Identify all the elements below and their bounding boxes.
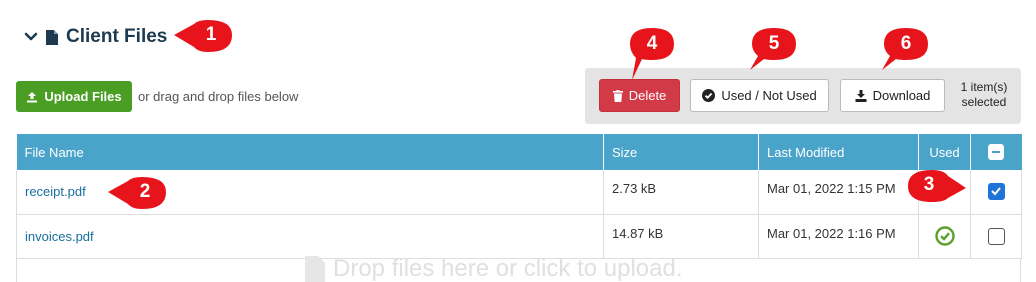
chevron-down-icon[interactable] [24,30,38,44]
callout-number: 3 [923,174,935,195]
used-not-used-button[interactable]: Used / Not Used [690,79,829,112]
column-header-last-modified[interactable]: Last Modified [758,134,919,170]
select-all-checkbox[interactable] [988,144,1005,161]
dropzone-prompt[interactable]: Drop files here or click to upload. [305,255,683,282]
download-icon [855,89,867,102]
callout-4: 4 [626,26,678,82]
column-header-size[interactable]: Size [603,134,759,170]
file-size-cell: 14.87 kB [603,214,759,259]
callout-1: 1 [172,18,232,54]
column-header-file-name[interactable]: File Name [16,134,604,170]
used-check-circle-icon [934,226,955,246]
selection-count-suffix: selected [961,95,1007,109]
callout-5: 5 [748,26,800,72]
trash-icon [612,89,623,102]
callout-number: 6 [900,33,912,54]
callout-number: 2 [139,181,151,202]
selection-count: 1 item(s) selected [953,80,1015,110]
upload-icon [27,91,38,102]
download-label: Download [872,88,931,103]
table-header-row: File Name Size Last Modified Used [16,134,1022,170]
file-modified-cell: Mar 01, 2022 1:15 PM [758,170,919,215]
file-modified-cell: Mar 01, 2022 1:16 PM [758,214,919,259]
file-icon [305,256,325,282]
table-row: invoices.pdf 14.87 kB Mar 01, 2022 1:16 … [16,214,1022,259]
callout-number: 4 [646,33,658,54]
callout-6: 6 [880,26,932,72]
checkmark-icon [990,187,1001,196]
download-button[interactable]: Download [840,79,945,112]
file-link-invoices[interactable]: invoices.pdf [25,229,94,244]
upload-files-button[interactable]: Upload Files [16,81,132,112]
file-link-receipt[interactable]: receipt.pdf [25,184,86,199]
select-all-checkbox-cell[interactable] [970,134,1022,170]
delete-label: Delete [628,88,667,103]
callout-3: 3 [904,168,966,204]
delete-button[interactable]: Delete [599,79,680,112]
row-checkbox-cell [970,214,1022,259]
row-checkbox-cell [970,170,1022,215]
file-used-cell [918,214,971,259]
row-checkbox[interactable] [987,183,1005,201]
column-header-used[interactable]: Used [918,134,971,170]
callout-number: 1 [205,24,217,45]
callout-number: 5 [768,33,780,54]
used-not-used-label: Used / Not Used [721,88,817,103]
upload-files-label: Upload Files [44,89,122,104]
client-files-header[interactable]: Client Files [24,24,167,50]
selection-count-number: 1 item(s) [960,80,1008,94]
dropzone-text: Drop files here or click to upload. [333,255,683,282]
section-title: Client Files [66,26,168,47]
check-circle-icon [702,89,716,102]
file-name-cell: invoices.pdf [16,214,604,259]
drag-drop-hint: or drag and drop files below [138,89,299,104]
callout-2: 2 [106,175,166,211]
file-size-cell: 2.73 kB [603,170,759,215]
file-name-cell: receipt.pdf [16,170,604,215]
row-checkbox[interactable] [987,227,1005,245]
file-icon [46,29,58,45]
